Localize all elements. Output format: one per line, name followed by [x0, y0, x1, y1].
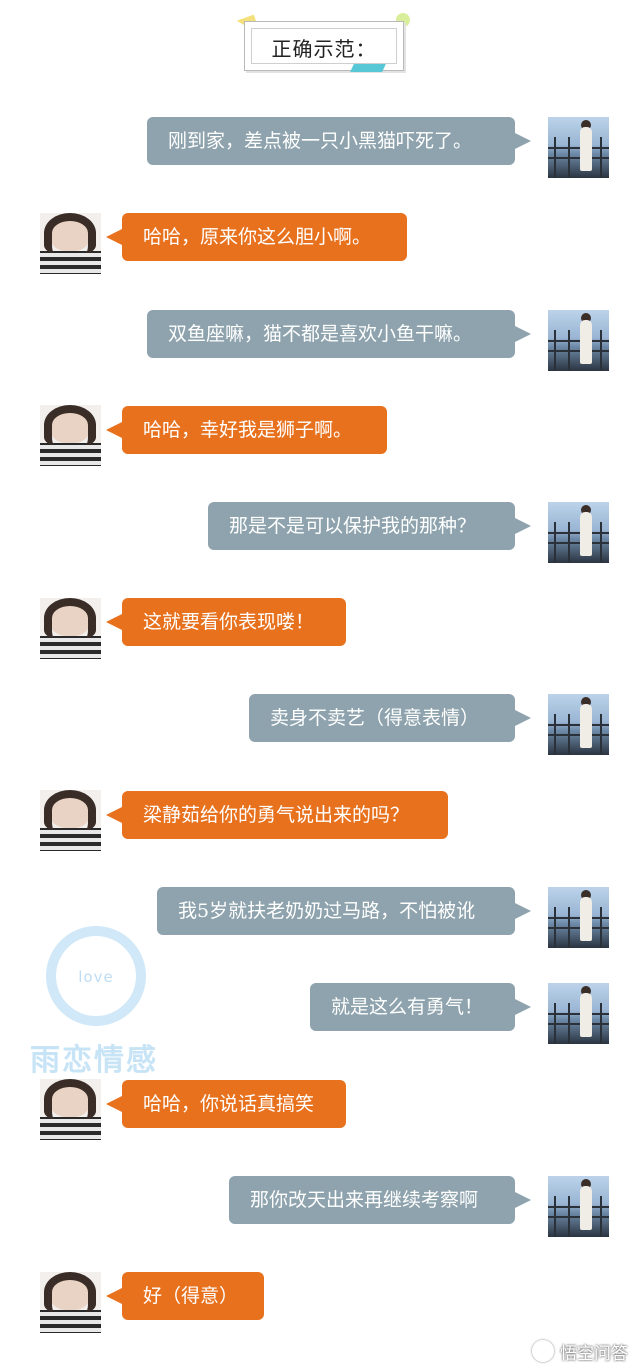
message-bubble-received: 这就要看你表现喽！: [106, 598, 346, 646]
logo-text: 悟空问答: [560, 1343, 628, 1364]
avatar-boy[interactable]: [548, 983, 609, 1044]
watermark-text: 雨恋情感: [30, 1043, 158, 1078]
title-card: 正确示范：: [236, 13, 410, 72]
message-bubble-received: 梁静茹给你的勇气说出来的吗？: [106, 791, 448, 839]
avatar-boy[interactable]: [548, 502, 609, 563]
message-bubble-sent: 那你改天出来再继续考察啊: [229, 1176, 531, 1224]
avatar-girl[interactable]: [40, 1272, 101, 1333]
avatar-girl[interactable]: [40, 405, 101, 466]
message-bubble-received: 哈哈，你说话真搞笑: [106, 1080, 346, 1128]
avatar-boy[interactable]: [548, 887, 609, 948]
message-bubble-received: 哈哈，原来你这么胆小啊。: [106, 213, 407, 261]
avatar-boy[interactable]: [548, 310, 609, 371]
avatar-girl[interactable]: [40, 598, 101, 659]
message-bubble-sent: 就是这么有勇气！: [310, 983, 531, 1031]
avatar-boy[interactable]: [548, 117, 609, 178]
message-bubble-sent: 我5岁就扶老奶奶过马路，不怕被讹: [157, 887, 531, 935]
page-title: 正确示范：: [271, 37, 377, 61]
watermark-love: love: [78, 968, 114, 986]
message-bubble-sent: 刚到家，差点被一只小黑猫吓死了。: [147, 117, 531, 165]
avatar-girl[interactable]: [40, 1079, 101, 1140]
decor-tape: [350, 64, 386, 72]
message-bubble-sent: 双鱼座嘛，猫不都是喜欢小鱼干嘛。: [147, 310, 531, 358]
message-bubble-received: 哈哈，幸好我是狮子啊。: [106, 406, 387, 454]
avatar-girl[interactable]: [40, 790, 101, 851]
wukong-logo: 悟空问答: [532, 1338, 628, 1364]
wukong-logo-icon: [532, 1340, 554, 1362]
message-bubble-received: 好（得意）: [106, 1272, 264, 1320]
avatar-boy[interactable]: [548, 1176, 609, 1237]
message-bubble-sent: 那是不是可以保护我的那种？: [208, 502, 531, 550]
avatar-girl[interactable]: [40, 213, 101, 274]
avatar-boy[interactable]: [548, 694, 609, 755]
message-bubble-sent: 卖身不卖艺（得意表情）: [249, 694, 531, 742]
